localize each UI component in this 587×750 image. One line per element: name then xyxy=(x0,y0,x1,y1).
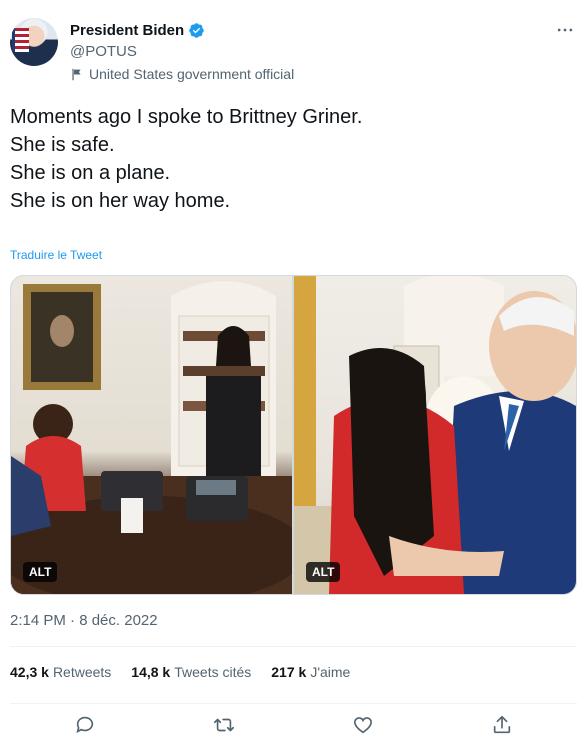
reply-icon[interactable] xyxy=(74,714,96,736)
media-photo-2[interactable]: ALT xyxy=(294,276,576,594)
tweet-actions xyxy=(0,714,587,742)
tweet-line: She is on a plane. xyxy=(10,162,171,184)
likes-count: 217 k xyxy=(271,664,307,680)
alt-text-badge[interactable]: ALT xyxy=(306,562,341,582)
quotes-stat[interactable]: 14,8 k Tweets cités xyxy=(131,664,251,680)
likes-label: J'aime xyxy=(310,664,351,680)
government-flag-icon xyxy=(72,68,81,80)
alt-text-badge[interactable]: ALT xyxy=(23,562,58,582)
quotes-count: 14,8 k xyxy=(131,664,171,680)
translate-tweet-link[interactable]: Traduire le Tweet xyxy=(10,248,102,262)
photo-1-illustration xyxy=(11,281,292,594)
retweets-label: Retweets xyxy=(52,664,112,680)
tweet-line: She is on her way home. xyxy=(10,190,231,212)
media-photo-1[interactable]: ALT xyxy=(11,276,292,594)
photo-2-illustration xyxy=(294,276,576,594)
retweets-stat[interactable]: 42,3 k Retweets xyxy=(10,664,111,680)
author-handle[interactable]: @POTUS xyxy=(70,43,137,60)
retweets-count: 42,3 k xyxy=(10,664,49,680)
share-icon[interactable] xyxy=(491,714,513,736)
tweet-text: Moments ago I spoke to Brittney Griner. … xyxy=(10,103,577,215)
tweet-timestamp[interactable]: 2:14 PM · 8 déc. 2022 xyxy=(10,612,158,629)
government-label-text: United States government official xyxy=(89,66,295,82)
government-label[interactable]: United States government official xyxy=(70,66,294,82)
tweet-header: President Biden @POTUS United States gov… xyxy=(10,18,577,88)
divider xyxy=(10,703,577,704)
author-name-row[interactable]: President Biden xyxy=(70,22,205,39)
author-name[interactable]: President Biden xyxy=(70,22,184,39)
retweet-icon[interactable] xyxy=(213,714,235,736)
tweet-line: Moments ago I spoke to Brittney Griner. xyxy=(10,106,363,128)
tweet-line: She is safe. xyxy=(10,134,115,156)
avatar-flag-detail xyxy=(12,28,29,52)
quotes-label: Tweets cités xyxy=(174,664,252,680)
author-avatar[interactable] xyxy=(10,18,58,66)
more-options-icon[interactable] xyxy=(555,20,575,40)
like-icon[interactable] xyxy=(352,714,374,736)
verified-badge-icon xyxy=(189,23,204,38)
tweet-stats: 42,3 k Retweets 14,8 k Tweets cités 217 … xyxy=(10,664,370,680)
likes-stat[interactable]: 217 k J'aime xyxy=(271,664,350,680)
divider xyxy=(10,646,577,647)
tweet-media[interactable]: ALT ALT xyxy=(10,275,577,595)
